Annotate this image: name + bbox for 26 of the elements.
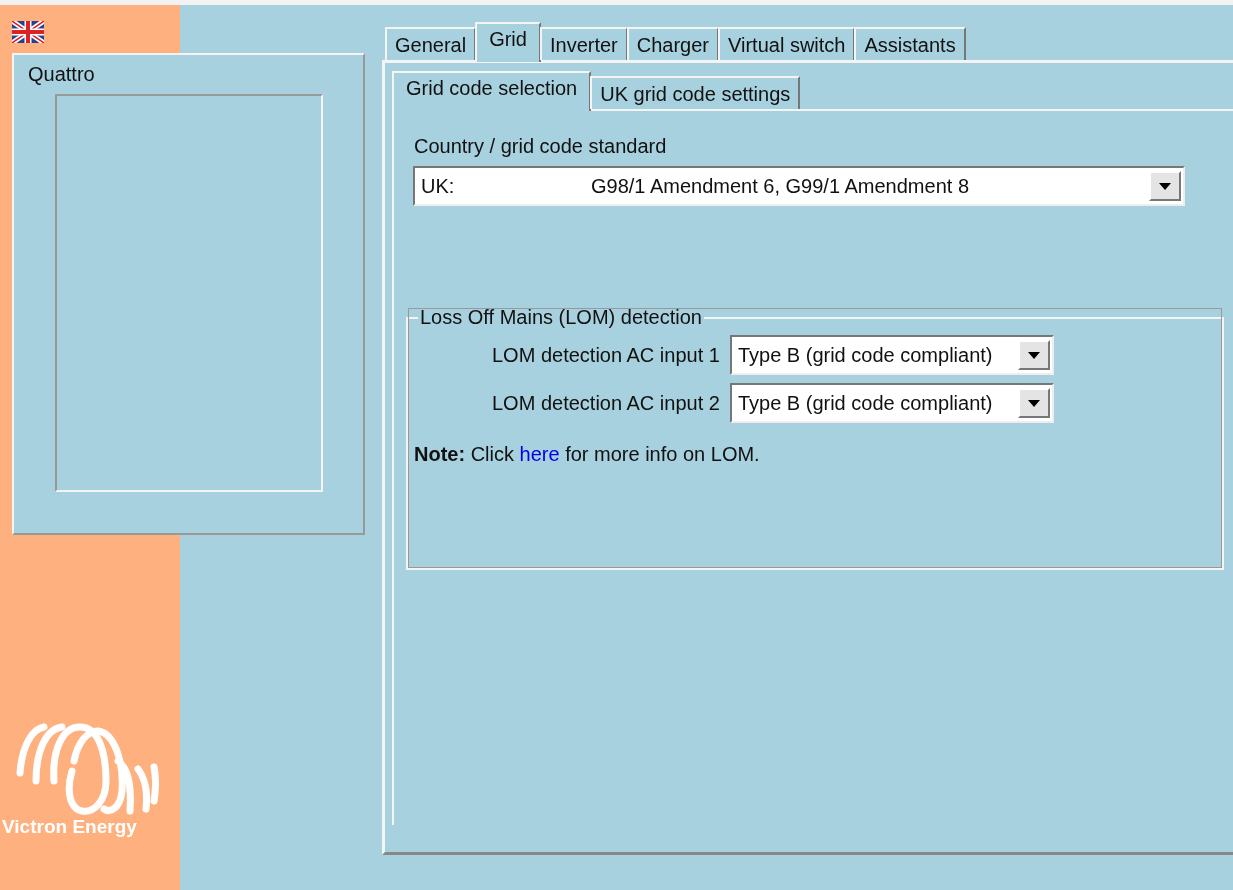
dropdown-button[interactable] xyxy=(1017,340,1050,370)
tab[interactable]: General xyxy=(385,27,477,60)
lom-select[interactable]: Type B (grid code compliant) xyxy=(729,383,1054,423)
note-text: Note: Click here for more info on LOM. xyxy=(414,443,761,466)
caret-icon xyxy=(1159,182,1171,190)
tab[interactable]: UK grid code settings xyxy=(590,76,801,109)
field-label: LOM detection AC input 1 xyxy=(492,343,720,367)
caret-icon xyxy=(1027,399,1040,407)
grid-code-select[interactable]: UK: G98/1 Amendment 6, G99/1 Amendment 8 xyxy=(413,166,1185,206)
dropdown-button[interactable] xyxy=(1017,388,1050,418)
dropdown-button[interactable] xyxy=(1149,171,1181,201)
tab[interactable]: Charger xyxy=(626,27,720,60)
tab[interactable]: Assistants xyxy=(854,27,966,60)
tab[interactable]: Grid xyxy=(475,22,541,62)
brand-caption: Victron Energy xyxy=(2,816,137,838)
field-label: LOM detection AC input 2 xyxy=(492,391,720,415)
device-name: Quattro xyxy=(28,63,95,86)
tab[interactable]: Virtual switch xyxy=(718,27,856,60)
group-title: Loss Off Mains (LOM) detection xyxy=(419,306,703,329)
lom-select[interactable]: Type B (grid code compliant) xyxy=(729,335,1054,375)
info-link[interactable]: here xyxy=(519,443,560,465)
tab[interactable]: Grid code selection xyxy=(392,71,592,111)
caret-icon xyxy=(1027,351,1040,359)
tab[interactable]: Inverter xyxy=(539,27,628,60)
field-label: Country / grid code standard xyxy=(414,135,667,158)
flag-icon[interactable] xyxy=(12,21,44,43)
